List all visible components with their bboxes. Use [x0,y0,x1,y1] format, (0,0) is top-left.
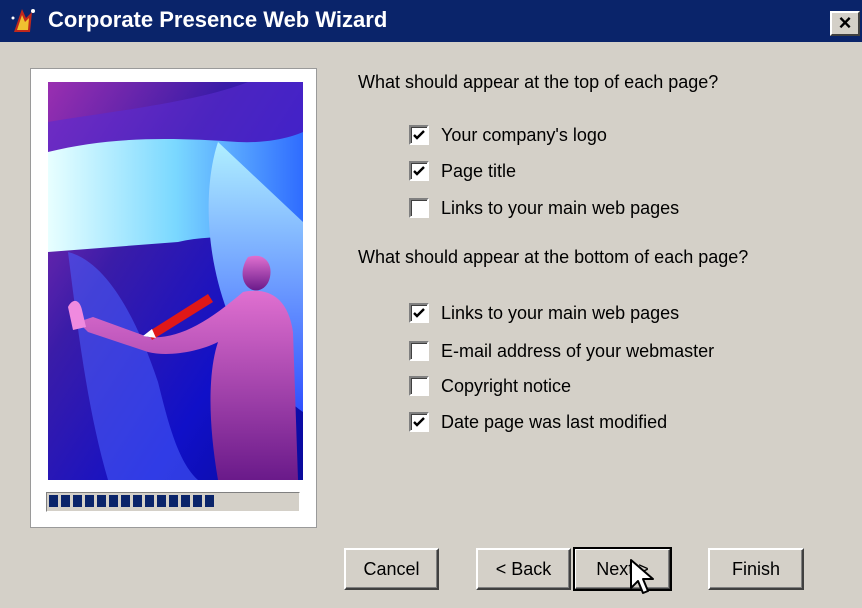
top-question: What should appear at the top of each pa… [358,72,719,92]
bottom-option-date[interactable]: Date page was last modified [409,411,667,433]
top-option-links-label: Links to your main web pages [441,197,680,218]
top-option-page-title-checkbox[interactable] [409,161,429,181]
bottom-option-links[interactable]: Links to your main web pages [409,302,679,324]
bottom-option-date-checkbox[interactable] [409,412,429,432]
top-option-logo-label: Your company's logo [441,124,607,145]
progress-fill [49,495,216,507]
bottom-option-copyright-checkbox[interactable] [409,376,429,396]
checkmark-icon [413,166,425,176]
bottom-option-email-label: E-mail address of your webmaster [441,340,715,361]
back-button[interactable]: < Back [476,548,571,590]
close-icon: × [838,9,852,35]
top-option-logo-checkbox[interactable] [409,125,429,145]
bottom-option-copyright[interactable]: Copyright notice [409,375,571,397]
bottom-question: What should appear at the bottom of each… [358,247,749,267]
bottom-option-date-label: Date page was last modified [441,411,668,432]
checkmark-icon [413,130,425,140]
close-button[interactable]: × [830,11,860,36]
top-option-links-checkbox[interactable] [409,198,429,218]
progress-bar [46,492,300,512]
wizard-hat-icon [11,9,35,32]
bottom-option-links-checkbox[interactable] [409,303,429,323]
top-option-page-title[interactable]: Page title [409,160,516,182]
bottom-option-email-checkbox[interactable] [409,341,429,361]
bottom-option-links-label: Links to your main web pages [441,302,680,323]
top-option-logo[interactable]: Your company's logo [409,124,607,146]
checkmark-icon [413,308,425,318]
top-option-page-title-label: Page title [441,160,517,181]
mouse-pointer-icon [630,559,654,594]
top-option-links[interactable]: Links to your main web pages [409,197,679,219]
finish-button[interactable]: Finish [708,548,804,590]
bottom-option-email[interactable]: E-mail address of your webmaster [409,340,714,362]
cancel-button[interactable]: Cancel [344,548,439,590]
window-title: Corporate Presence Web Wizard [48,7,388,32]
wizard-illustration [48,82,303,480]
title-bar: Corporate Presence Web Wizard × [0,0,862,42]
checkmark-icon [413,417,425,427]
bottom-option-copyright-label: Copyright notice [441,375,572,396]
